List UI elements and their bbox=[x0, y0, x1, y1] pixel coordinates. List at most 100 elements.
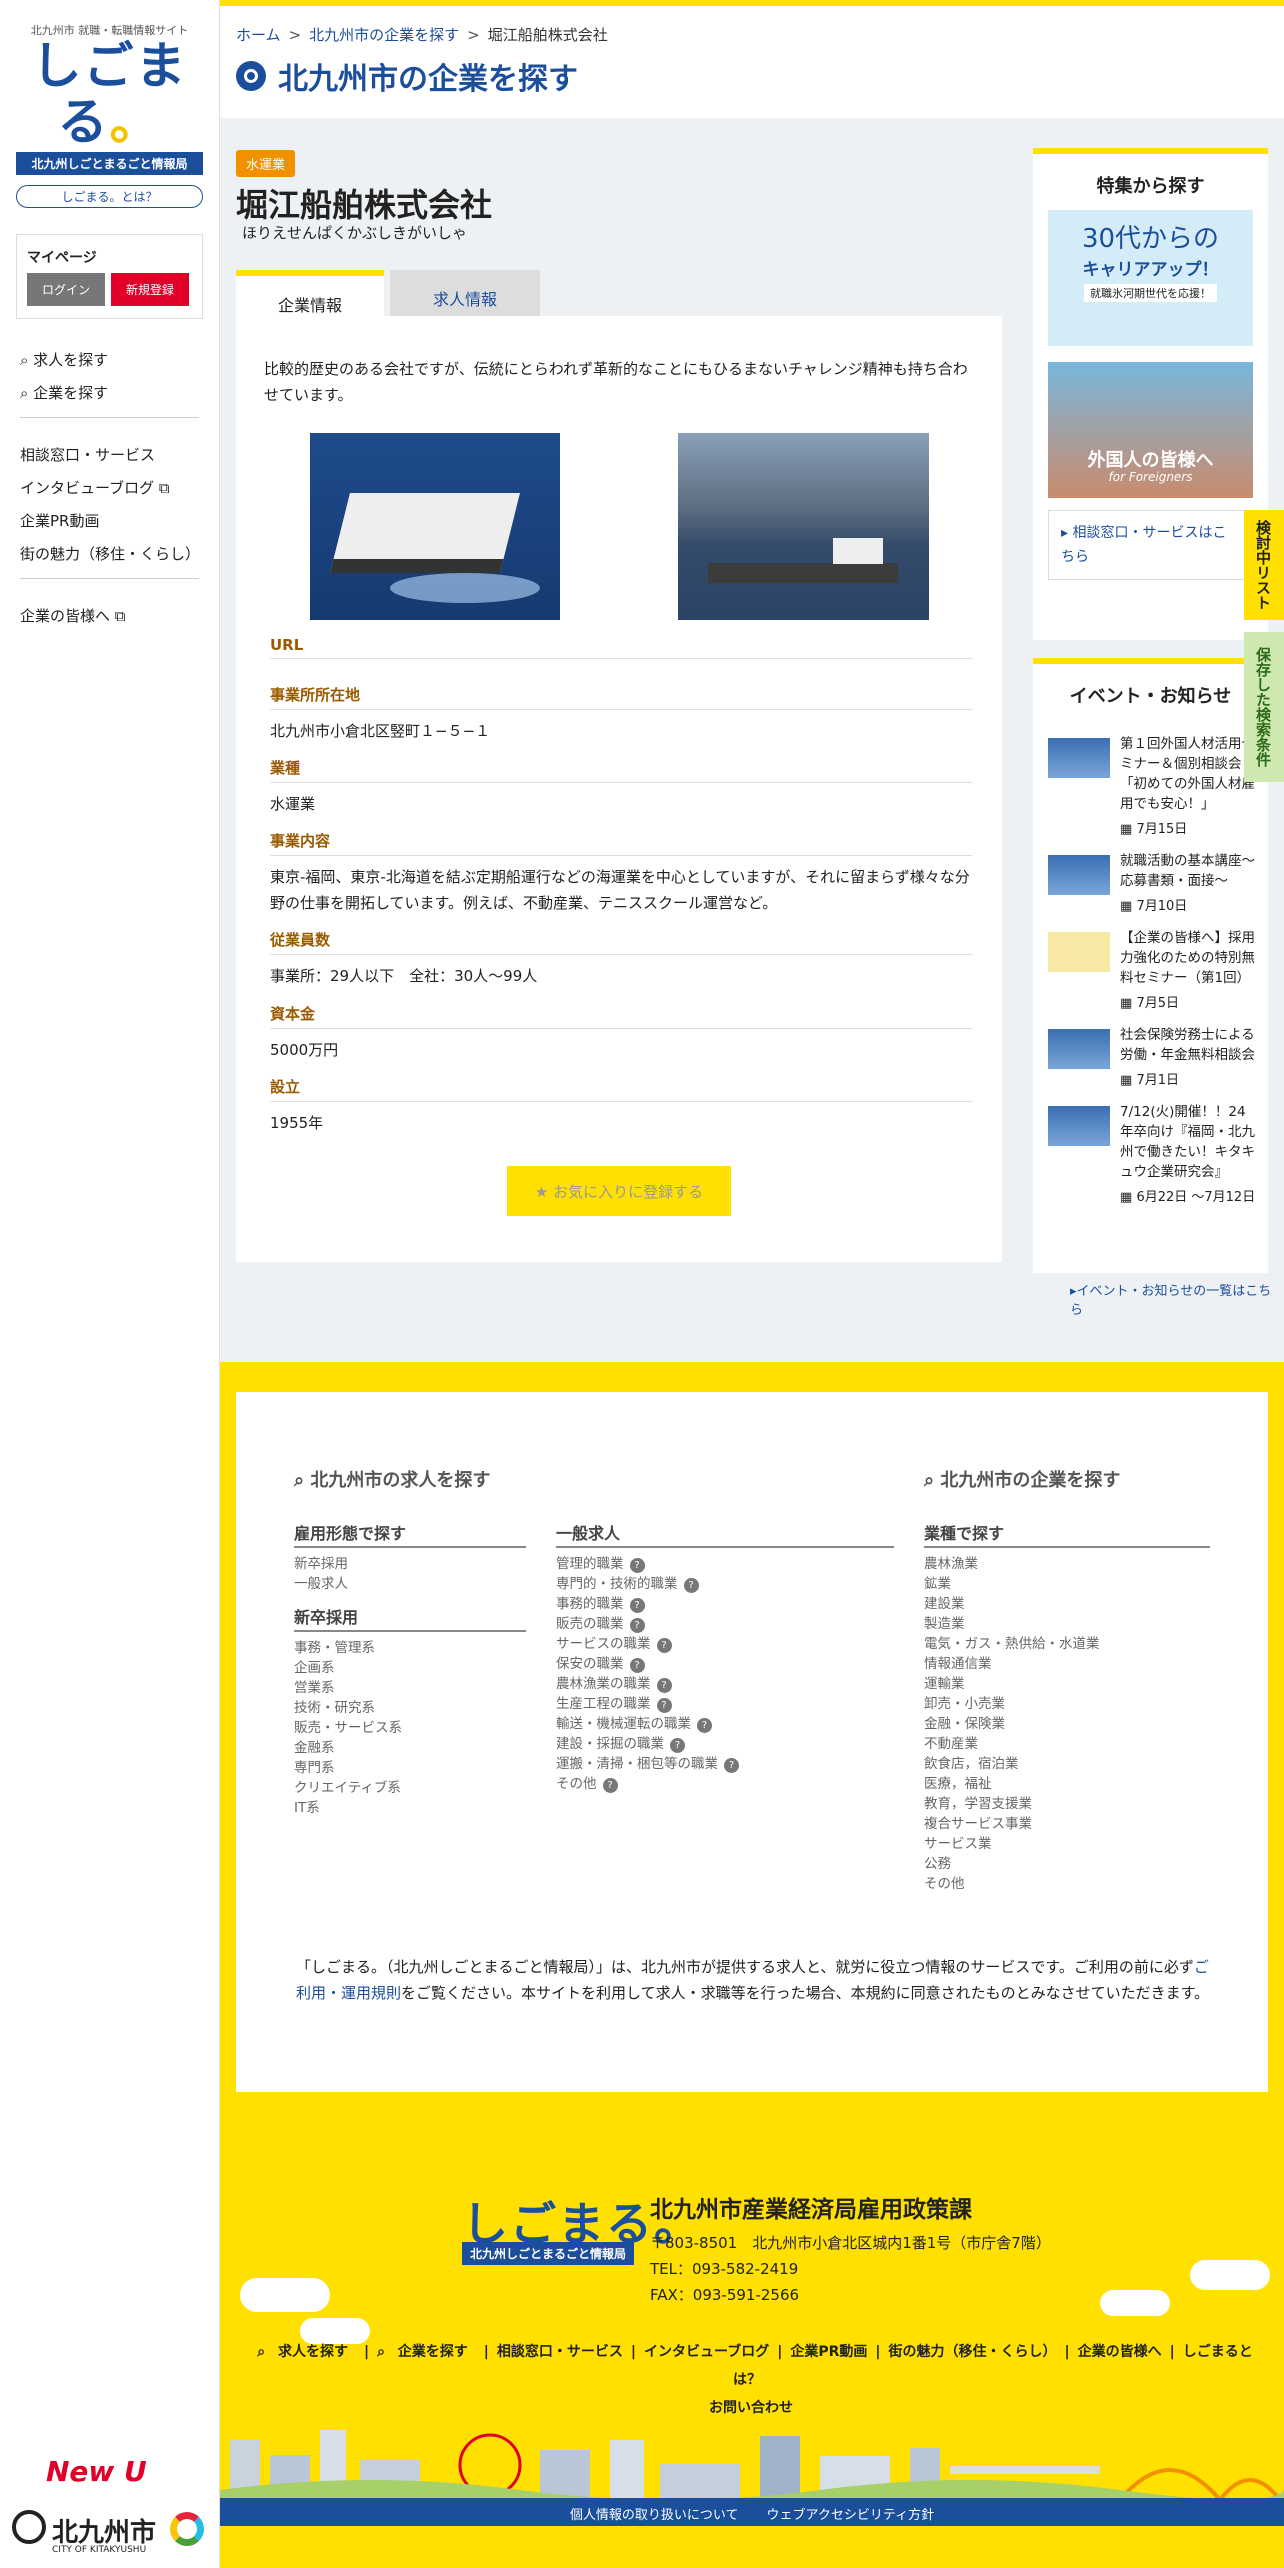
footer-nav-companies[interactable]: ⌕ 企業を探す bbox=[377, 2344, 476, 2360]
register-button[interactable]: 新規登録 bbox=[111, 273, 189, 306]
sidebar-item-pr-video[interactable]: 企業PR動画 bbox=[20, 504, 199, 537]
event-thumbnail bbox=[1048, 738, 1110, 778]
footer-link[interactable]: 複合サービス事業 bbox=[924, 1814, 1210, 1834]
footer-link[interactable]: 営業系 bbox=[294, 1678, 526, 1698]
site-logo[interactable]: しごまる。 bbox=[0, 38, 219, 150]
event-item[interactable]: 第１回外国人材活用セミナー＆個別相談会「初めての外国人材雇用でも安心！」 ▦ 7月… bbox=[1048, 720, 1258, 837]
city-emblem-icon bbox=[12, 2510, 46, 2544]
footer-link[interactable]: 運搬・清掃・梱包等の職業? bbox=[556, 1754, 894, 1774]
field-founded: 設立 1955年 bbox=[270, 1076, 972, 1136]
footer-link[interactable]: 管理的職業? bbox=[556, 1554, 894, 1574]
event-item[interactable]: 社会保険労務士による労働・年金無料相談会 ▦ 7月1日 bbox=[1048, 1011, 1258, 1088]
footer-nav-blog[interactable]: インタビューブログ bbox=[644, 2344, 769, 2360]
sidebar-item-companies[interactable]: 企業の皆様へ ⧉ bbox=[20, 599, 199, 632]
feature-title: 特集から探す bbox=[1096, 176, 1205, 197]
footer-nav-pr-video[interactable]: 企業PR動画 bbox=[790, 2344, 867, 2360]
footer-link[interactable]: 輸送・機械運転の職業? bbox=[556, 1714, 894, 1734]
logo-band: 北九州しごとまるごと情報局 bbox=[16, 152, 203, 175]
footer-link[interactable]: 公務 bbox=[924, 1854, 1210, 1874]
footer-nav: ⌕ 求人を探す | ⌕ 企業を探す | 相談窓口・サービス | インタビューブログ | 企業PR… bbox=[257, 2344, 1253, 2416]
footer-nav-consult[interactable]: 相談窓口・サービス bbox=[497, 2344, 623, 2360]
footer-link[interactable]: 販売・サービス系 bbox=[294, 1718, 526, 1738]
tab-consider-list[interactable]: 検討中リスト bbox=[1244, 510, 1284, 620]
footer-link[interactable]: 専門系 bbox=[294, 1758, 526, 1778]
consult-link[interactable]: ▸ 相談窓口・サービスはこちら bbox=[1048, 510, 1253, 580]
footer-link[interactable]: 販売の職業? bbox=[556, 1614, 894, 1634]
breadcrumb: ホーム > 北九州市の企業を探す > 堀江船舶株式会社 bbox=[236, 26, 608, 44]
feature-panel: 特集から探す 30代からの キャリアアップ！ 就職氷河期世代を応援！ 外国人の皆様へ… bbox=[1033, 148, 1268, 640]
sidebar-item-blog[interactable]: インタビューブログ ⧉ bbox=[20, 471, 199, 504]
city-name: 北九州市 bbox=[52, 2518, 157, 2548]
about-link[interactable]: しごまる。とは？ bbox=[16, 185, 203, 208]
footer-link[interactable]: 情報通信業 bbox=[924, 1654, 1210, 1674]
footer-link[interactable]: 教育，学習支援業 bbox=[924, 1794, 1210, 1814]
help-icon: ? bbox=[656, 1678, 672, 1693]
tab-job-info[interactable]: 求人情報 bbox=[390, 270, 540, 316]
footer-link[interactable]: 金融系 bbox=[294, 1738, 526, 1758]
footer-link[interactable]: 運輸業 bbox=[924, 1674, 1210, 1694]
footer-link[interactable]: その他 bbox=[924, 1874, 1210, 1894]
help-icon: ? bbox=[629, 1658, 645, 1673]
footer-link[interactable]: 建設業 bbox=[924, 1594, 1210, 1614]
banner-foreigners[interactable]: 外国人の皆様へ for Foreigners bbox=[1048, 362, 1253, 498]
footer-link[interactable]: 医療，福祉 bbox=[924, 1774, 1210, 1794]
footer-link[interactable]: 製造業 bbox=[924, 1614, 1210, 1634]
events-panel: イベント・お知らせ 第１回外国人材活用セミナー＆個別相談会「初めての外国人材雇用… bbox=[1033, 658, 1268, 1273]
event-item[interactable]: 【企業の皆様へ】採用力強化のための特別無料セミナー（第1回） ▦ 7月5日 bbox=[1048, 914, 1258, 1011]
accessibility-link[interactable]: ウェブアクセシビリティ方針 bbox=[767, 2508, 935, 2523]
footer-link[interactable]: 電気・ガス・熱供給・水道業 bbox=[924, 1634, 1210, 1654]
footer-link[interactable]: 卸売・小売業 bbox=[924, 1694, 1210, 1714]
sidebar-item-search-jobs[interactable]: ⌕ 求人を探す bbox=[20, 343, 199, 376]
footer-bottom-bar: 個人情報の取り扱いについて ウェブアクセシビリティ方針 bbox=[220, 2498, 1284, 2526]
banner-career-up[interactable]: 30代からの キャリアアップ！ 就職氷河期世代を応援！ bbox=[1048, 210, 1253, 346]
footer-nav-city[interactable]: 街の魅力（移住・くらし） bbox=[889, 2344, 1057, 2360]
footer-link[interactable]: 鉱業 bbox=[924, 1574, 1210, 1594]
footer-link[interactable]: 事務的職業? bbox=[556, 1594, 894, 1614]
footer-link[interactable]: 不動産業 bbox=[924, 1734, 1210, 1754]
footer-link[interactable]: クリエイティブ系 bbox=[294, 1778, 526, 1798]
event-item[interactable]: 就職活動の基本講座〜応募書類・面接〜 ▦ 7月10日 bbox=[1048, 837, 1258, 914]
tab-saved-search[interactable]: 保存した検索条件 bbox=[1244, 632, 1284, 782]
footer-link[interactable]: サービスの職業? bbox=[556, 1634, 894, 1654]
footer-link[interactable]: 新卒採用 bbox=[294, 1554, 526, 1574]
footer-nav-companies-info[interactable]: 企業の皆様へ bbox=[1078, 2344, 1162, 2360]
footer-dept: 北九州市産業経済局雇用政策課 bbox=[650, 2197, 972, 2223]
footer-link[interactable]: IT系 bbox=[294, 1798, 526, 1818]
footer-nav-contact[interactable]: お問い合わせ bbox=[709, 2400, 793, 2416]
logo-caption: 北九州市 就職・転職情報サイト bbox=[30, 24, 189, 37]
footer-link[interactable]: 専門的・技術的職業? bbox=[556, 1574, 894, 1594]
footer-link[interactable]: 生産工程の職業? bbox=[556, 1694, 894, 1714]
privacy-link[interactable]: 個人情報の取り扱いについて bbox=[570, 2508, 739, 2523]
cloud-decoration bbox=[1100, 2290, 1170, 2316]
footer-link[interactable]: 建設・採掘の職業? bbox=[556, 1734, 894, 1754]
footer-link[interactable]: 金融・保険業 bbox=[924, 1714, 1210, 1734]
city-name-en: CITY OF KITAKYUSHU bbox=[52, 2545, 147, 2555]
footer-nav-jobs[interactable]: ⌕ 求人を探す bbox=[257, 2344, 356, 2360]
events-more-link[interactable]: ▸イベント・お知らせの一覧はこちら bbox=[1070, 1280, 1284, 1318]
event-thumbnail bbox=[1048, 855, 1110, 895]
breadcrumb-home[interactable]: ホーム bbox=[236, 26, 281, 44]
footer-link[interactable]: その他? bbox=[556, 1774, 894, 1794]
footer-link[interactable]: 農林漁業の職業? bbox=[556, 1674, 894, 1694]
footer-link[interactable]: 企画系 bbox=[294, 1658, 526, 1678]
event-item[interactable]: 7/12(火)開催！！24年卒向け『福岡・北九州で働きたい！キタキュウ企業研究会… bbox=[1048, 1088, 1258, 1205]
field-employees: 従業員数 事業所：29人以下 全社：30人〜99人 bbox=[270, 929, 972, 989]
footer-link[interactable]: 飲食店，宿泊業 bbox=[924, 1754, 1210, 1774]
help-icon: ? bbox=[724, 1758, 739, 1773]
footer-link[interactable]: 技術・研究系 bbox=[294, 1698, 526, 1718]
sidebar-item-search-companies[interactable]: ⌕ 企業を探す bbox=[20, 376, 199, 409]
sdgs-icon bbox=[170, 2512, 204, 2546]
event-thumbnail bbox=[1048, 1106, 1110, 1146]
sidebar-item-city[interactable]: 街の魅力（移住・くらし） bbox=[20, 537, 200, 570]
sidebar-item-consult[interactable]: 相談窓口・サービス bbox=[20, 438, 199, 471]
login-button[interactable]: ログイン bbox=[27, 273, 105, 306]
footer-link[interactable]: 事務・管理系 bbox=[294, 1638, 526, 1658]
footer-link[interactable]: 保安の職業? bbox=[556, 1654, 894, 1674]
tab-company-info[interactable]: 企業情報 bbox=[236, 270, 384, 316]
favorite-button[interactable]: ★ お気に入りに登録する bbox=[507, 1166, 731, 1216]
footer-link[interactable]: サービス業 bbox=[924, 1834, 1210, 1854]
footer-link[interactable]: 一般求人 bbox=[294, 1574, 526, 1594]
event-thumbnail bbox=[1048, 1029, 1110, 1069]
footer-link[interactable]: 農林漁業 bbox=[924, 1554, 1210, 1574]
breadcrumb-companies[interactable]: 北九州市の企業を探す bbox=[309, 26, 459, 44]
